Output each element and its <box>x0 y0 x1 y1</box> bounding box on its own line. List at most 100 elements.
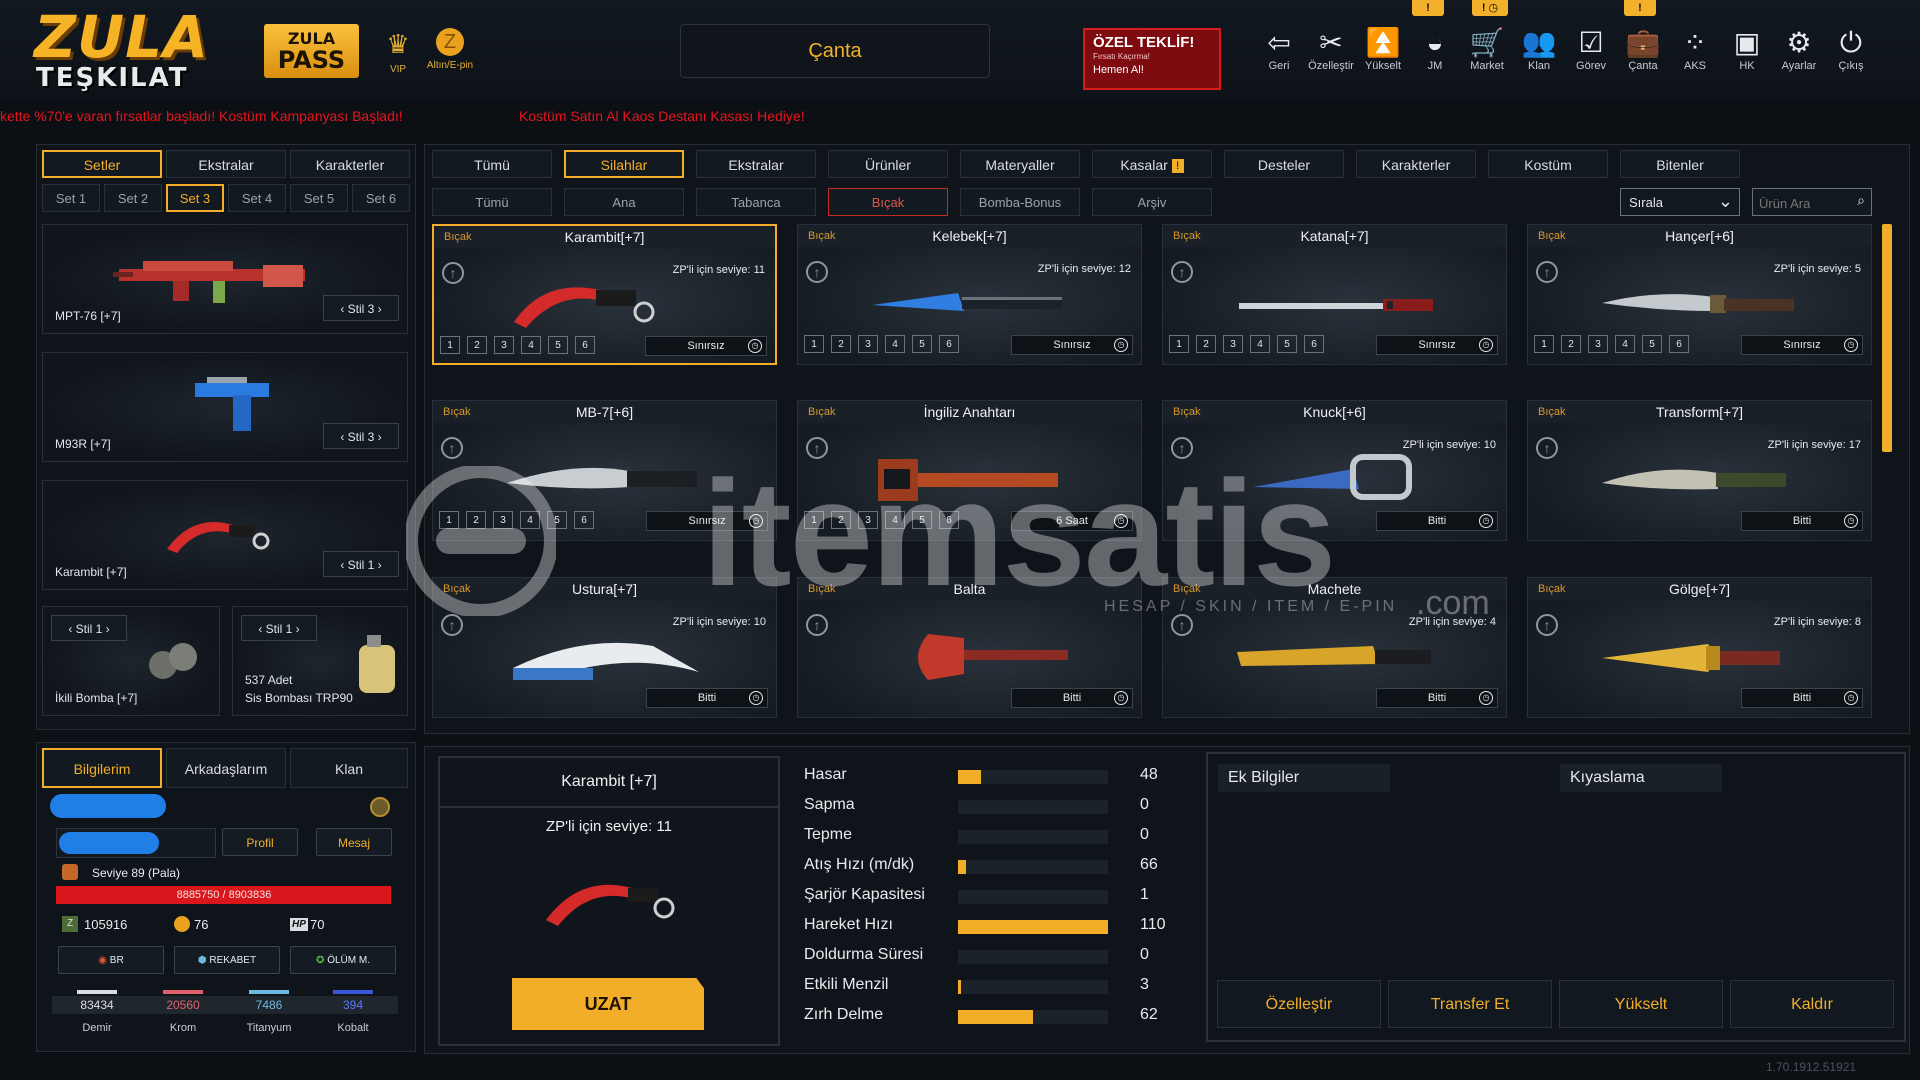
customize-button[interactable]: Özelleştir <box>1217 980 1381 1028</box>
upgrade-arrow-icon[interactable]: ↑ <box>1171 614 1193 636</box>
style-selector[interactable]: ‹ Stil 3 › <box>323 295 399 321</box>
set-slot-grenade[interactable]: ‹ Stil 1 › İkili Bomba [+7] <box>42 606 220 716</box>
mode-competitive-button[interactable]: ⬢ REKABET <box>174 946 280 974</box>
tab-all[interactable]: Tümü <box>432 150 552 178</box>
tab-decks[interactable]: Desteler <box>1224 150 1344 178</box>
item-card[interactable]: Bıçak Transform[+7] ↑ ZP'li için seviye: 17… <box>1527 400 1872 541</box>
level-slot[interactable]: 5 <box>1277 335 1297 353</box>
level-slot[interactable]: 3 <box>858 511 878 529</box>
upgrade-button[interactable]: Yükselt <box>1559 980 1723 1028</box>
set-tab-4[interactable]: Set 4 <box>228 184 286 212</box>
profile-button[interactable]: Profil <box>222 828 298 856</box>
subtab-knife[interactable]: Bıçak <box>828 188 948 216</box>
upgrade-arrow-icon[interactable]: ↑ <box>806 261 828 283</box>
upgrade-arrow-icon[interactable]: ↑ <box>1171 261 1193 283</box>
set-slot-smoke[interactable]: ‹ Stil 1 › 537 Adet Sis Bombası TRP90 <box>232 606 408 716</box>
level-slot[interactable]: 2 <box>831 335 851 353</box>
special-offer-banner[interactable]: ÖZEL TEKLİF! Fırsatı Kaçırma! Hemen Al! <box>1083 28 1221 90</box>
nav-back[interactable]: ⇦ Geri <box>1255 26 1303 72</box>
level-slot[interactable]: 2 <box>831 511 851 529</box>
tab-weapons[interactable]: Silahlar <box>564 150 684 178</box>
item-card[interactable]: Bıçak Hançer[+6] ↑ ZP'li için seviye: 51234… <box>1527 224 1872 365</box>
level-slot[interactable]: 2 <box>466 511 486 529</box>
subtab-primary[interactable]: Ana <box>564 188 684 216</box>
extend-button[interactable]: UZAT <box>512 978 704 1030</box>
tab-crates[interactable]: Kasalar ! <box>1092 150 1212 178</box>
upgrade-arrow-icon[interactable]: ↑ <box>1171 437 1193 459</box>
sort-dropdown[interactable]: Sırala ⌄ <box>1620 188 1740 216</box>
level-slot[interactable]: 5 <box>1642 335 1662 353</box>
subtab-all[interactable]: Tümü <box>432 188 552 216</box>
upgrade-arrow-icon[interactable]: ↑ <box>806 437 828 459</box>
style-selector[interactable]: ‹ Stil 1 › <box>241 615 317 641</box>
level-slot[interactable]: 4 <box>521 336 541 354</box>
level-slot[interactable]: 1 <box>804 335 824 353</box>
level-slot[interactable]: 4 <box>885 335 905 353</box>
upgrade-arrow-icon[interactable]: ↑ <box>441 614 463 636</box>
message-button[interactable]: Mesaj <box>316 828 392 856</box>
level-slot[interactable]: 1 <box>440 336 460 354</box>
level-slot[interactable]: 1 <box>804 511 824 529</box>
tab-extras[interactable]: Ekstralar <box>696 150 816 178</box>
nav-upgrade[interactable]: ⏫ Yükselt <box>1359 26 1407 72</box>
set-slot-knife[interactable]: Karambit [+7] ‹ Stil 1 › <box>42 480 408 590</box>
level-slot[interactable]: 6 <box>574 511 594 529</box>
set-tab-3[interactable]: Set 3 <box>166 184 224 212</box>
nav-jm[interactable]: ◒ JM <box>1411 26 1459 72</box>
set-tab-5[interactable]: Set 5 <box>290 184 348 212</box>
item-card[interactable]: Bıçak Katana[+7] ↑ 1 2 3 4 5 6 Sınırsız ◷ <box>1162 224 1507 365</box>
item-card[interactable]: Bıçak Knuck[+6] ↑ ZP'li için seviye: 10 Bitt… <box>1162 400 1507 541</box>
tab-my-info[interactable]: Bilgilerim <box>42 748 162 788</box>
vip-button[interactable]: ♛ VIP <box>378 28 418 75</box>
search-box[interactable]: ⌕ <box>1752 188 1872 216</box>
nav-mission[interactable]: ☑ Görev <box>1567 26 1615 72</box>
item-card[interactable]: Bıçak Karambit[+7] ↑ ZP'li için seviye: 11 1… <box>432 224 777 365</box>
catalog-scrollbar[interactable] <box>1882 224 1892 452</box>
level-slot[interactable]: 5 <box>548 336 568 354</box>
upgrade-arrow-icon[interactable]: ↑ <box>1536 261 1558 283</box>
tab-materials[interactable]: Materyaller <box>960 150 1080 178</box>
transfer-button[interactable]: Transfer Et <box>1388 980 1552 1028</box>
style-selector[interactable]: ‹ Stil 1 › <box>51 615 127 641</box>
zula-pass-button[interactable]: ZULA PASS <box>264 24 359 78</box>
level-slot[interactable]: 2 <box>1196 335 1216 353</box>
level-slot[interactable]: 4 <box>1250 335 1270 353</box>
tab-friends[interactable]: Arkadaşlarım <box>166 748 286 788</box>
upgrade-arrow-icon[interactable]: ↑ <box>442 262 464 284</box>
mode-deathmatch-button[interactable]: ✪ ÖLÜM M. <box>290 946 396 974</box>
level-slot[interactable]: 6 <box>939 511 959 529</box>
level-slot[interactable]: 1 <box>1169 335 1189 353</box>
item-card[interactable]: Bıçak Gölge[+7] ↑ ZP'li için seviye: 8 Bitti… <box>1527 577 1872 718</box>
tab-characters[interactable]: Karakterler <box>290 150 410 178</box>
level-slot[interactable]: 1 <box>1534 335 1554 353</box>
nav-market[interactable]: 🛒 Market <box>1463 26 1511 72</box>
nav-hk[interactable]: ▣ HK <box>1723 26 1771 72</box>
mode-br-button[interactable]: ◉ BR <box>58 946 164 974</box>
level-slot[interactable]: 4 <box>520 511 540 529</box>
nav-clan[interactable]: 👥 Klan <box>1515 26 1563 72</box>
upgrade-arrow-icon[interactable]: ↑ <box>441 437 463 459</box>
item-card[interactable]: Bıçak İngiliz Anahtarı ↑ 1 2 3 4 5 6 6 Saat ◷ <box>797 400 1142 541</box>
search-input[interactable] <box>1757 192 1851 214</box>
tab-sets[interactable]: Setler <box>42 150 162 178</box>
upgrade-arrow-icon[interactable]: ↑ <box>806 614 828 636</box>
level-slot[interactable]: 1 <box>439 511 459 529</box>
nav-exit[interactable]: ⏻ Çıkış <box>1827 26 1875 72</box>
tab-clan[interactable]: Klan <box>290 748 408 788</box>
level-slot[interactable]: 3 <box>493 511 513 529</box>
level-slot[interactable]: 3 <box>1223 335 1243 353</box>
upgrade-arrow-icon[interactable]: ↑ <box>1536 437 1558 459</box>
tab-characters[interactable]: Karakterler <box>1356 150 1476 178</box>
nav-bag[interactable]: 💼 Çanta <box>1619 26 1667 72</box>
tab-products[interactable]: Ürünler <box>828 150 948 178</box>
tab-costume[interactable]: Kostüm <box>1488 150 1608 178</box>
level-slot[interactable]: 5 <box>912 511 932 529</box>
level-slot[interactable]: 6 <box>1669 335 1689 353</box>
set-tab-1[interactable]: Set 1 <box>42 184 100 212</box>
item-card[interactable]: Bıçak MB-7[+6] ↑ 1 2 3 4 5 6 Sınırsız ◷ <box>432 400 777 541</box>
item-card[interactable]: Bıçak Balta ↑ Bitti ◷ <box>797 577 1142 718</box>
level-slot[interactable]: 3 <box>1588 335 1608 353</box>
nav-aks[interactable]: ⁘ AKS <box>1671 26 1719 72</box>
level-slot[interactable]: 6 <box>575 336 595 354</box>
nav-settings[interactable]: ⚙ Ayarlar <box>1775 26 1823 72</box>
